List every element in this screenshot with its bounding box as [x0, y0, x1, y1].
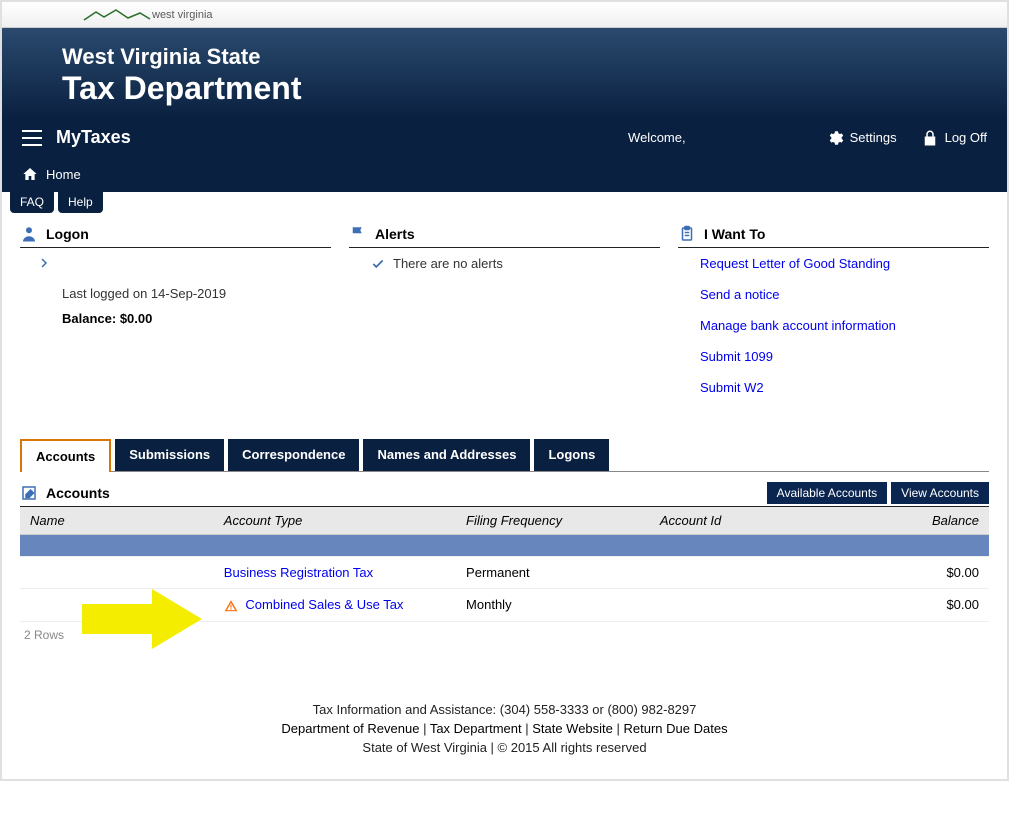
alert-none-row: There are no alerts: [371, 256, 660, 271]
iwantto-panel: I Want To Request Letter of Good Standin…: [678, 225, 989, 411]
balance-value: $0.00: [120, 311, 153, 326]
footer: Tax Information and Assistance: (304) 55…: [2, 682, 1007, 779]
accounts-title: Accounts: [46, 485, 759, 501]
help-tabs: FAQ Help: [2, 191, 1007, 213]
accounts-table: Name Account Type Filing Frequency Accou…: [20, 507, 989, 622]
link-business-registration[interactable]: Business Registration Tax: [224, 565, 373, 580]
link-manage-bank[interactable]: Manage bank account information: [700, 318, 989, 333]
link-send-notice[interactable]: Send a notice: [700, 287, 989, 302]
header-title: Tax Department: [62, 70, 947, 107]
cell-name: [20, 557, 214, 589]
settings-button[interactable]: Settings: [826, 129, 897, 147]
link-combined-sales-use[interactable]: Combined Sales & Use Tax: [245, 597, 403, 612]
balance-row: Balance: $0.00: [62, 311, 331, 326]
last-logged-text: Last logged on 14-Sep-2019: [62, 286, 331, 301]
link-submit-1099[interactable]: Submit 1099: [700, 349, 989, 364]
main-tabs: Accounts Submissions Correspondence Name…: [20, 439, 989, 472]
nav-bar: MyTaxes Welcome, Settings Log Off: [2, 119, 1007, 156]
lock-icon: [921, 129, 939, 147]
cell-bal: $0.00: [795, 589, 989, 622]
tab-accounts[interactable]: Accounts: [20, 439, 111, 472]
logoff-button[interactable]: Log Off: [921, 129, 987, 147]
footer-line1: Tax Information and Assistance: (304) 55…: [2, 702, 1007, 717]
link-good-standing[interactable]: Request Letter of Good Standing: [700, 256, 989, 271]
header: West Virginia State Tax Department: [2, 28, 1007, 119]
logoff-label: Log Off: [945, 130, 987, 145]
footer-link-statewebsite[interactable]: State Website: [532, 721, 613, 736]
footer-line2: Department of Revenue | Tax Department |…: [2, 721, 1007, 736]
cell-id: [650, 557, 795, 589]
top-bar: west virginia: [2, 2, 1007, 28]
settings-label: Settings: [850, 130, 897, 145]
help-tab[interactable]: Help: [58, 191, 103, 213]
check-icon: [371, 257, 385, 271]
cell-id: [650, 589, 795, 622]
nav-mytaxes[interactable]: MyTaxes: [56, 127, 131, 148]
header-subtitle: West Virginia State: [62, 44, 947, 70]
iwantto-title: I Want To: [704, 226, 765, 242]
table-row: Combined Sales & Use Tax Monthly $0.00: [20, 589, 989, 622]
footer-link-duedates[interactable]: Return Due Dates: [624, 721, 728, 736]
faq-tab[interactable]: FAQ: [10, 191, 54, 213]
view-accounts-button[interactable]: View Accounts: [891, 482, 989, 504]
alert-none-text: There are no alerts: [393, 256, 503, 271]
alerts-panel: Alerts There are no alerts: [349, 225, 660, 411]
tab-submissions[interactable]: Submissions: [115, 439, 224, 471]
link-submit-w2[interactable]: Submit W2: [700, 380, 989, 395]
col-name[interactable]: Name: [20, 507, 214, 535]
logon-title: Logon: [46, 226, 89, 242]
cell-freq: Permanent: [456, 557, 650, 589]
wv-mountains-icon: [82, 8, 152, 22]
clipboard-icon: [678, 225, 696, 243]
cell-bal: $0.00: [795, 557, 989, 589]
col-type[interactable]: Account Type: [214, 507, 456, 535]
footer-link-revenue[interactable]: Department of Revenue: [281, 721, 419, 736]
home-icon[interactable]: [22, 166, 38, 182]
gear-icon: [826, 129, 844, 147]
flag-icon: [349, 225, 367, 243]
nav-welcome: Welcome,: [628, 130, 686, 145]
breadcrumb-home[interactable]: Home: [46, 167, 81, 182]
table-row: Business Registration Tax Permanent $0.0…: [20, 557, 989, 589]
tab-correspondence[interactable]: Correspondence: [228, 439, 359, 471]
logon-panel: Logon Last logged on 14-Sep-2019 Balance…: [20, 225, 331, 411]
edit-icon[interactable]: [20, 484, 38, 502]
table-group-row: [20, 535, 989, 557]
col-id[interactable]: Account Id: [650, 507, 795, 535]
accounts-section: Accounts Available Accounts View Account…: [20, 482, 989, 642]
available-accounts-button[interactable]: Available Accounts: [767, 482, 888, 504]
row-count: 2 Rows: [24, 628, 989, 642]
col-freq[interactable]: Filing Frequency: [456, 507, 650, 535]
cell-name: [20, 589, 214, 622]
alerts-title: Alerts: [375, 226, 415, 242]
cell-freq: Monthly: [456, 589, 650, 622]
footer-line3: State of West Virginia | © 2015 All righ…: [2, 740, 1007, 755]
breadcrumb: Home: [2, 156, 1007, 192]
footer-link-taxdept[interactable]: Tax Department: [430, 721, 522, 736]
logo-text: west virginia: [152, 9, 213, 21]
user-icon: [20, 225, 38, 243]
tab-names-addresses[interactable]: Names and Addresses: [363, 439, 530, 471]
chevron-right-icon[interactable]: [38, 256, 331, 274]
col-balance[interactable]: Balance: [795, 507, 989, 535]
tab-logons[interactable]: Logons: [534, 439, 609, 471]
warning-icon: [224, 599, 238, 613]
balance-label: Balance:: [62, 311, 116, 326]
hamburger-icon[interactable]: [22, 130, 42, 146]
